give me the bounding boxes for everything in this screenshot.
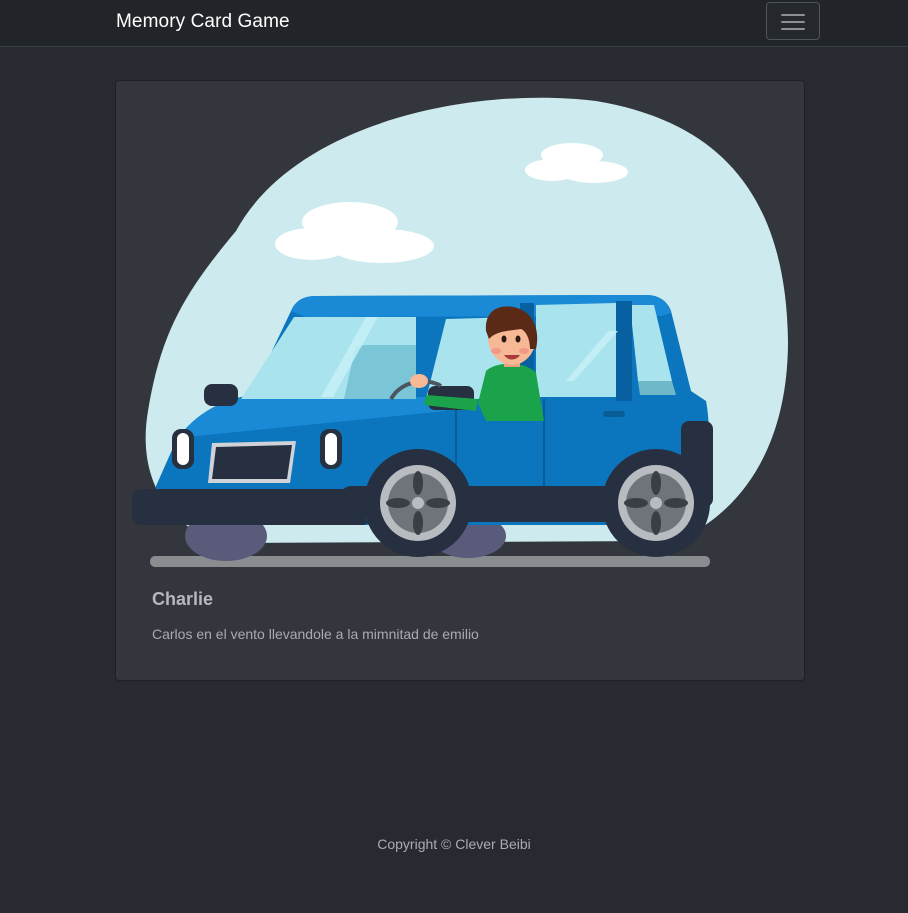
footer-copyright: Copyright © Clever Beibi — [377, 836, 531, 852]
navbar-toggle-button[interactable] — [766, 2, 820, 40]
hamburger-menu-icon — [781, 21, 805, 23]
front-wheel — [364, 449, 472, 557]
hamburger-menu-icon — [781, 28, 805, 30]
card-title: Charlie — [152, 589, 214, 609]
card-image-car-driver — [132, 97, 789, 567]
rear-side-window — [536, 303, 626, 397]
hamburger-menu-icon — [781, 14, 805, 16]
front-bumper — [132, 489, 372, 525]
door-handle — [603, 411, 625, 417]
memory-card[interactable]: Charlie Carlos en el vento llevandole a … — [115, 80, 805, 681]
card-description: Carlos en el vento llevandole a la mimni… — [152, 626, 479, 642]
navbar-brand[interactable]: Memory Card Game — [116, 11, 290, 33]
rear-wheel — [602, 449, 710, 557]
top-navbar: Memory Card Game — [0, 0, 908, 47]
